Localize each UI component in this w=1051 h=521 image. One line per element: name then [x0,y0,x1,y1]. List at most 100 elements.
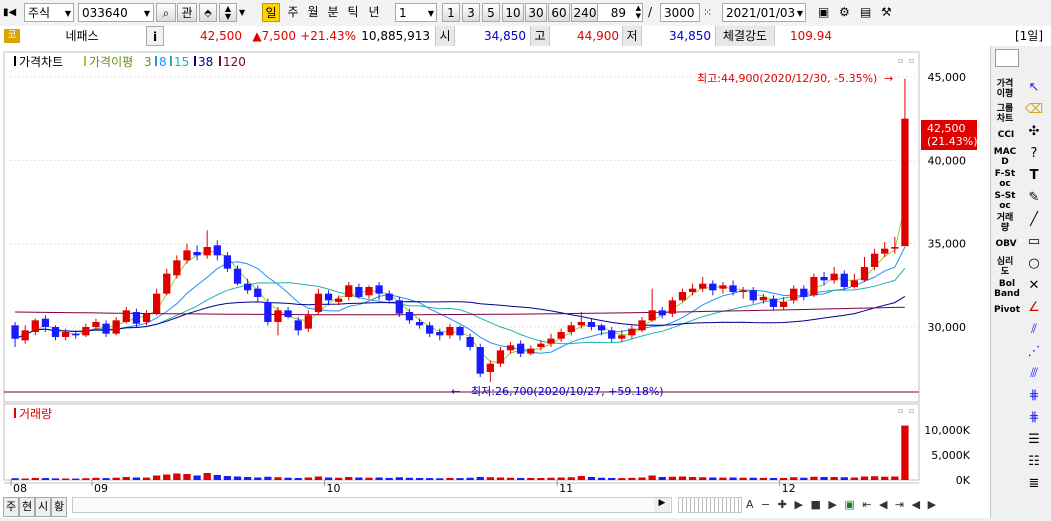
price-chart-svg[interactable]: 45,00040,00035,00030,00010,000K5,000K0K … [0,46,990,518]
scroll-end-icon[interactable]: ▶ [928,498,938,511]
circle-icon[interactable]: ○ [1022,254,1046,274]
zoom-in-icon[interactable]: ✚ [778,498,789,511]
interval-3-button[interactable]: 3 [462,3,480,22]
tab-current[interactable]: 현 [19,497,35,517]
angle-icon[interactable]: ∠ [1022,298,1046,318]
interval-10-button[interactable]: 10 [502,3,524,22]
indicator-macd[interactable]: MACD [993,147,1017,167]
panel-minimize-icon[interactable]: ▫ [898,56,903,65]
scroll-left-icon[interactable]: ◀ [912,498,922,511]
grid-icon[interactable]: ⁙ [703,3,719,22]
horizontal-scrollbar[interactable] [72,497,672,513]
tools-icon[interactable]: ⚒ [881,3,899,22]
stock-info-button[interactable]: i [146,26,164,46]
layers-icon[interactable]: ☷ [1022,452,1046,472]
crosshair-icon[interactable]: ✣ [1022,122,1046,142]
first-icon[interactable]: ⇤ [862,498,873,511]
rectangle-icon[interactable]: ▭ [1022,232,1046,252]
candle-body [688,288,697,292]
prev-icon[interactable]: ◀ [879,498,889,511]
zoom-slider[interactable] [678,497,742,513]
scroll-right-button[interactable]: ▶ [654,498,670,512]
chevron-down-icon: ▼ [64,9,71,18]
pencil-icon[interactable]: ✎ [1022,188,1046,208]
pin-button[interactable]: ⬘ [199,3,217,22]
period-day-tab[interactable]: 일 [262,3,280,22]
font-size-icon[interactable]: A [746,498,756,511]
zoom-out-icon[interactable]: − [761,498,772,511]
period-tick-tab[interactable]: 틱 [345,3,361,22]
interval-30-button[interactable]: 30 [525,3,547,22]
chart-area[interactable]: 45,000 40,000 35,000 30,000 10,000K 5,000K 0K … [0,46,990,518]
volume-minimize-icon[interactable]: ▫ [898,406,903,415]
indicator-obv[interactable]: OBV [993,239,1019,249]
candle-body [244,283,252,291]
play-icon[interactable]: ▶ [794,498,804,511]
indicator-cci[interactable]: CCI [993,130,1019,140]
indicator-bollinger[interactable]: Bol Band [993,279,1021,299]
stepper-dropdown-icon[interactable]: ▼ [239,3,249,22]
legend-ma-mark [84,56,86,66]
period-year-tab[interactable]: 년 [365,3,383,22]
panel-close-icon[interactable]: ▫ [909,56,914,65]
candle-body [709,283,717,291]
indicator-price-ma[interactable]: 가격이평 [993,79,1017,99]
count-input[interactable]: 89 ▲ ▼ [597,3,643,22]
interval-60-button[interactable]: 60 [548,3,570,22]
stock-code-input[interactable]: 033640 ▼ [78,3,154,22]
list-icon[interactable]: ☰ [1022,430,1046,450]
stack-icon[interactable]: ⋕ [1022,408,1046,428]
related-button[interactable]: 관 [177,3,197,22]
high-value: 44,900 [577,29,619,43]
x-tick-label: 12 [782,482,796,495]
save-icon[interactable]: ▤ [860,3,876,22]
tab-status[interactable]: 황 [51,497,67,517]
eraser-icon[interactable]: ⌫ [1022,100,1046,120]
indicator-psychology[interactable]: 심리도 [993,257,1017,277]
indicator-group-chart[interactable]: 그룹차트 [993,104,1017,124]
tab-market[interactable]: 시 [35,497,51,517]
current-price-tag-pct: (21.43%) [927,135,978,148]
gann-icon[interactable]: ⋰ [1022,342,1046,362]
indicator-volume[interactable]: 거래량 [993,213,1017,233]
legend-ma8-mark [155,56,157,66]
stop-icon[interactable]: ■ [810,498,822,511]
settings-list-icon[interactable]: ≣ [1022,474,1046,494]
next-icon[interactable]: ▶ [828,498,838,511]
volume-close-icon[interactable]: ▫ [909,406,914,415]
excel-icon[interactable]: ▣ [844,498,856,511]
market-select[interactable]: 주식 ▼ [24,3,74,22]
date-picker[interactable]: 2021/01/03 ▼ [722,3,806,22]
period-month-tab[interactable]: 월 [305,3,321,22]
chart-window-icon[interactable]: ▣ [818,3,834,22]
tab-stock[interactable]: 주 [3,497,19,517]
help-icon[interactable]: ? [1022,144,1046,164]
search-button[interactable]: ⌕ [156,3,176,22]
interval-240-button[interactable]: 240 [571,3,599,22]
cursor-icon[interactable]: ↖ [1022,78,1046,98]
text-icon[interactable]: T [1022,166,1046,186]
period-minute-tab[interactable]: 분 [325,3,341,22]
indicator-pivot[interactable]: Pivot [993,305,1021,315]
volume-bar [557,477,565,480]
candle-body [233,268,242,284]
period-week-tab[interactable]: 주 [285,3,301,22]
fibonacci-icon[interactable]: ⫽ [1022,320,1046,340]
total-count-value: 3000 [664,6,695,20]
grid-tool-icon[interactable]: ⋕ [1022,386,1046,406]
interval-select[interactable]: 1 ▼ [395,3,437,22]
total-count-input[interactable]: 3000 [660,3,700,22]
indicator-f-stoc[interactable]: F-Stoc [993,169,1017,189]
gear-icon[interactable]: ⚙ [839,3,855,22]
stepper-button[interactable]: ▲ ▼ [219,3,237,22]
indicator-s-stoc[interactable]: S-Stoc [993,191,1017,211]
sidebar-top-icon[interactable] [995,49,1019,67]
window-icon[interactable]: ▮◀ [3,3,21,22]
last-icon[interactable]: ⇥ [895,498,906,511]
volume-bar [112,477,120,480]
cross-icon[interactable]: ✕ [1022,276,1046,296]
channel-icon[interactable]: ⫻ [1022,364,1046,384]
interval-1-button[interactable]: 1 [442,3,460,22]
interval-5-button[interactable]: 5 [482,3,500,22]
line-icon[interactable]: ╱ [1022,210,1046,230]
